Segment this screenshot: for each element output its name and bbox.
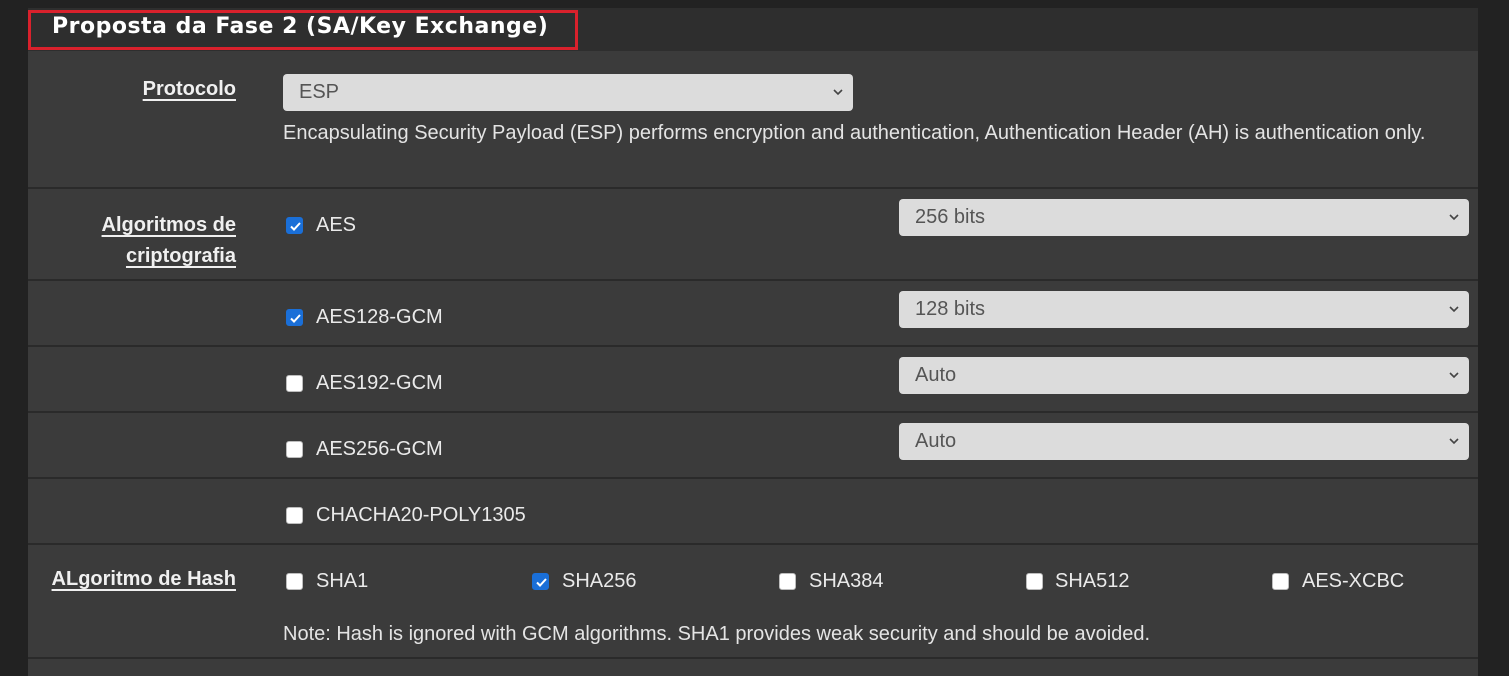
aes-label: AES [316, 214, 357, 236]
divider [28, 543, 1478, 545]
aes256-gcm-keylength-select[interactable]: Auto [899, 423, 1469, 460]
aes-checkbox[interactable] [286, 217, 303, 234]
chevron-down-icon [1449, 214, 1459, 221]
chevron-down-icon [1449, 306, 1459, 313]
hash-note-text: Note: Hash is ignored with GCM algorithm… [283, 623, 1151, 645]
divider [28, 187, 1478, 189]
protocol-select[interactable]: ESP [283, 74, 853, 111]
hash-label: ALgoritmo de Hash [51, 568, 236, 590]
divider [28, 477, 1478, 479]
aes128-gcm-keylength-select[interactable]: 128 bits [899, 291, 1469, 328]
protocol-label: Protocolo [142, 78, 236, 100]
divider [28, 411, 1478, 413]
panel-title: Proposta da Fase 2 (SA/Key Exchange) [52, 14, 549, 39]
sha256-label: SHA256 [562, 570, 637, 592]
aes128-gcm-label: AES128-GCM [316, 306, 443, 328]
divider [28, 345, 1478, 347]
sha512-label: SHA512 [1055, 570, 1130, 592]
sha384-checkbox[interactable] [779, 573, 796, 590]
chevron-down-icon [1449, 438, 1459, 445]
aes192-gcm-label: AES192-GCM [316, 372, 443, 394]
panel-heading: Proposta da Fase 2 (SA/Key Exchange) [28, 8, 1478, 51]
aes192-gcm-keylength-select[interactable]: Auto [899, 357, 1469, 394]
sha256-checkbox[interactable] [532, 573, 549, 590]
chacha20-poly1305-checkbox[interactable] [286, 507, 303, 524]
sha512-checkbox[interactable] [1026, 573, 1043, 590]
aes-xcbc-label: AES-XCBC [1302, 570, 1405, 592]
aes-keylength-select[interactable]: 256 bits [899, 199, 1469, 236]
aes256-gcm-label: AES256-GCM [316, 438, 443, 460]
protocol-help-text: Encapsulating Security Payload (ESP) per… [283, 122, 1426, 144]
chevron-down-icon [833, 89, 843, 96]
sha384-label: SHA384 [809, 570, 884, 592]
chevron-down-icon [1449, 372, 1459, 379]
phase2-proposal-panel: Proposta da Fase 2 (SA/Key Exchange) Pro… [28, 8, 1478, 676]
aes256-gcm-checkbox[interactable] [286, 441, 303, 458]
check-icon [290, 314, 301, 323]
encryption-label: Algoritmos de criptografia [101, 214, 236, 267]
protocol-select-value: ESP [299, 81, 340, 103]
chacha20-poly1305-label: CHACHA20-POLY1305 [316, 504, 526, 526]
aes-xcbc-checkbox[interactable] [1272, 573, 1289, 590]
check-icon [290, 222, 301, 231]
sha1-label: SHA1 [316, 570, 369, 592]
sha1-checkbox[interactable] [286, 573, 303, 590]
aes128-gcm-checkbox[interactable] [286, 309, 303, 326]
aes192-gcm-checkbox[interactable] [286, 375, 303, 392]
divider [28, 657, 1478, 659]
check-icon [536, 578, 547, 587]
divider [28, 279, 1478, 281]
